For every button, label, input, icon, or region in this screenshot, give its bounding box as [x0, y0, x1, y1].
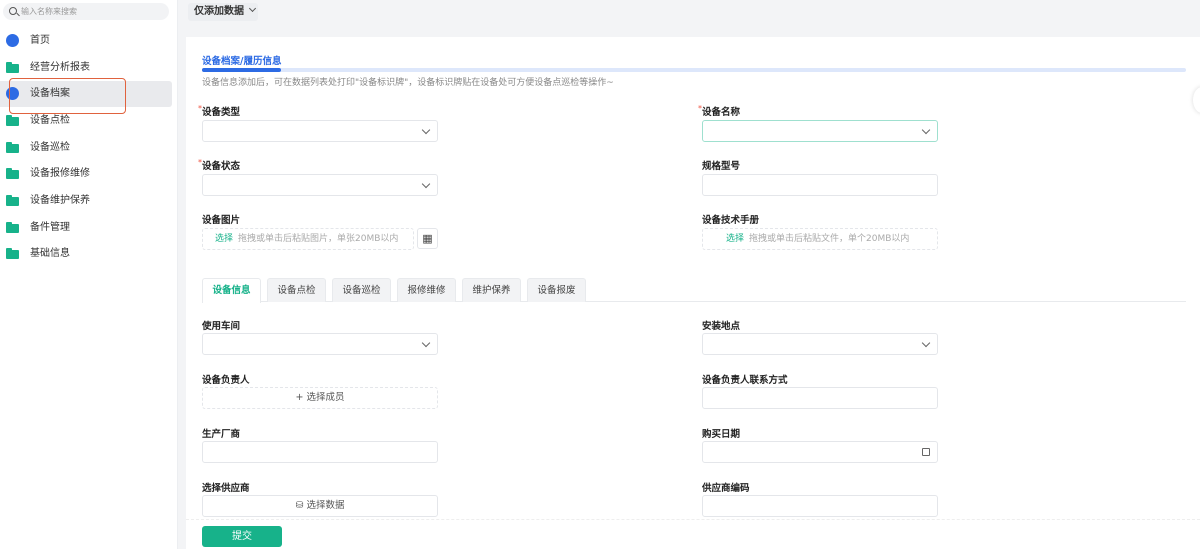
- search-icon: [9, 7, 17, 15]
- image-upload[interactable]: 选择 拖拽或单击后粘贴图片，单张20MB以内: [202, 228, 414, 250]
- chevron-down-icon: [921, 125, 931, 135]
- select-data-label: 选择数据: [306, 500, 345, 511]
- tab-device-info[interactable]: 设备信息: [202, 278, 261, 303]
- tab-bar: 设备信息 设备点检 设备巡检 报修维修 维护保养 设备报废: [202, 278, 1186, 303]
- document-icon: [6, 87, 19, 100]
- supplier-code-input[interactable]: [702, 495, 938, 517]
- search-placeholder: 输入名称来搜索: [21, 7, 77, 16]
- folder-icon: [6, 248, 19, 259]
- qr-code-icon[interactable]: ▦: [417, 228, 438, 249]
- footer-divider: [186, 519, 1200, 520]
- upload-hint: 拖拽或单击后粘贴图片，单张20MB以内: [238, 234, 399, 244]
- section-underline: [202, 68, 1186, 72]
- manufacturer-input[interactable]: [202, 441, 438, 463]
- upload-hint: 拖拽或单击后粘贴文件，单个20MB以内: [749, 234, 910, 244]
- search-input[interactable]: 输入名称来搜索: [3, 3, 169, 20]
- tab-spot-check[interactable]: 设备点检: [267, 278, 326, 302]
- location-label: 安装地点: [702, 321, 741, 332]
- form-hint: 设备信息添加后，可在数据列表处打印"设备标识牌"，设备标识牌贴在设备处可方便设备…: [202, 78, 614, 88]
- tab-repair[interactable]: 报修维修: [397, 278, 456, 302]
- supplier-label: 选择供应商: [202, 483, 250, 494]
- manual-upload[interactable]: 选择 拖拽或单击后粘贴文件，单个20MB以内: [702, 228, 938, 250]
- sidebar-item-device-archive[interactable]: 设备档案: [0, 81, 172, 107]
- workshop-select[interactable]: [202, 333, 438, 355]
- tab-scrap[interactable]: 设备报废: [527, 278, 586, 302]
- device-name-label: *设备名称: [698, 104, 741, 118]
- owner-contact-input[interactable]: [702, 387, 938, 409]
- section-title: 设备档案/履历信息: [202, 56, 282, 67]
- device-status-select[interactable]: [202, 174, 438, 196]
- choose-link[interactable]: 选择: [726, 234, 744, 244]
- form-card: 设备档案/履历信息 设备信息添加后，可在数据列表处打印"设备标识牌"，设备标识牌…: [186, 37, 1200, 549]
- mode-dropdown[interactable]: 仅添加数据: [188, 3, 258, 21]
- select-data-button[interactable]: ⛁ 选择数据: [202, 495, 438, 517]
- device-type-label: *设备类型: [198, 104, 241, 118]
- folder-icon: [6, 62, 19, 73]
- select-member-button[interactable]: + 选择成员: [202, 387, 438, 409]
- sidebar-item-maintenance[interactable]: 设备维护保养: [0, 188, 172, 214]
- sidebar-item-home[interactable]: 首页: [0, 28, 172, 54]
- sidebar-item-spot-check[interactable]: 设备点检: [0, 108, 172, 134]
- tab-maintenance[interactable]: 维护保养: [462, 278, 521, 302]
- calendar-icon: [922, 448, 930, 456]
- database-icon: ⛁: [295, 500, 307, 511]
- supplier-code-label: 供应商编码: [702, 483, 750, 494]
- sidebar-item-reports[interactable]: 经营分析报表: [0, 55, 172, 81]
- chevron-down-icon: [421, 125, 431, 135]
- device-image-label: 设备图片: [202, 215, 241, 226]
- tech-manual-label: 设备技术手册: [702, 215, 760, 226]
- purchase-date-label: 购买日期: [702, 429, 741, 440]
- tab-patrol[interactable]: 设备巡检: [332, 278, 391, 302]
- submit-button[interactable]: 提交: [202, 526, 282, 547]
- chevron-down-icon: [421, 179, 431, 189]
- folder-icon: [6, 195, 19, 206]
- chevron-down-icon: [921, 338, 931, 348]
- owner-label: 设备负责人: [202, 375, 250, 386]
- chevron-down-icon: [421, 338, 431, 348]
- spec-model-input[interactable]: [702, 174, 938, 196]
- folder-icon: [6, 142, 19, 153]
- spec-model-label: 规格型号: [702, 161, 741, 172]
- purchase-date-picker[interactable]: [702, 441, 938, 463]
- device-status-label: *设备状态: [198, 158, 241, 172]
- sidebar-item-label: 设备档案: [30, 88, 70, 99]
- sidebar-item-label: 首页: [30, 35, 50, 46]
- location-select[interactable]: [702, 333, 938, 355]
- folder-icon: [6, 115, 19, 126]
- sidebar-item-label: 备件管理: [30, 222, 70, 233]
- owner-contact-label: 设备负责人联系方式: [702, 375, 788, 386]
- sidebar-item-label: 设备巡检: [30, 142, 70, 153]
- chevron-down-icon: [249, 4, 257, 13]
- sidebar: 输入名称来搜索 首页 经营分析报表 设备档案 设备点检 设备巡检 设备报修维修 …: [0, 0, 178, 549]
- folder-icon: [6, 222, 19, 233]
- sidebar-item-patrol[interactable]: 设备巡检: [0, 135, 172, 161]
- sidebar-item-label: 基础信息: [30, 248, 70, 259]
- sidebar-item-repair[interactable]: 设备报修维修: [0, 161, 172, 187]
- sidebar-item-spare-parts[interactable]: 备件管理: [0, 215, 172, 241]
- sidebar-item-basic-info[interactable]: 基础信息: [0, 241, 172, 267]
- manufacturer-label: 生产厂商: [202, 429, 241, 440]
- mode-label: 仅添加数据: [194, 6, 244, 17]
- choose-link[interactable]: 选择: [215, 234, 233, 244]
- device-name-select[interactable]: [702, 120, 938, 142]
- sidebar-item-label: 设备点检: [30, 115, 70, 126]
- sidebar-item-label: 设备报修维修: [30, 168, 90, 179]
- home-icon: [6, 34, 19, 47]
- device-type-select[interactable]: [202, 120, 438, 142]
- workshop-label: 使用车间: [202, 321, 241, 332]
- sidebar-item-label: 经营分析报表: [30, 62, 90, 73]
- folder-icon: [6, 168, 19, 179]
- sidebar-item-label: 设备维护保养: [30, 195, 90, 206]
